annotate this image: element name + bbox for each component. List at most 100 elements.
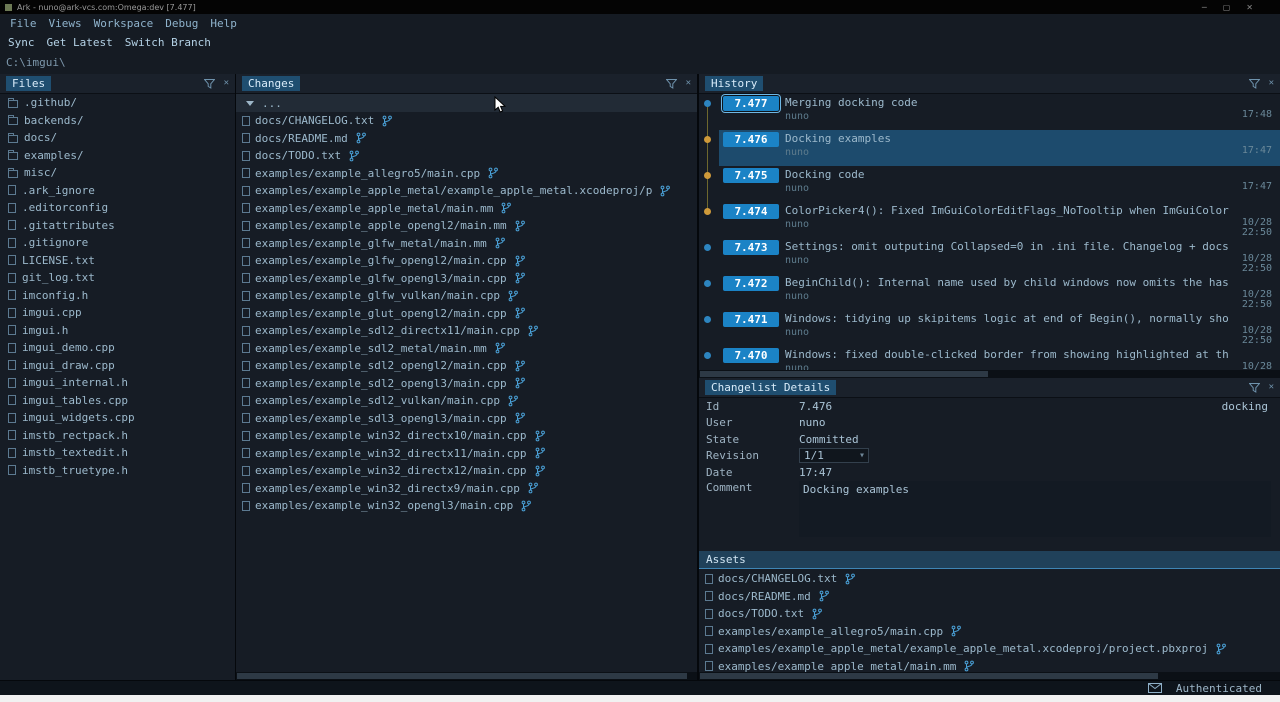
file-tree-item[interactable]: LICENSE.txt — [0, 252, 235, 270]
menu-item[interactable]: Help — [210, 17, 237, 30]
changed-file-row[interactable]: docs/TODO.txt — [236, 147, 697, 165]
file-tree-item[interactable]: git_log.txt — [0, 269, 235, 287]
close-panel-icon[interactable]: ✕ — [1269, 79, 1274, 88]
changed-file-row[interactable]: examples/example_glfw_vulkan/main.cpp — [236, 287, 697, 305]
changed-file-row[interactable]: examples/example_win32_directx9/main.cpp — [236, 480, 697, 498]
commit-message: Settings: omit outputing Collapsed=0 in … — [785, 240, 1278, 254]
changed-file-row[interactable]: examples/example_sdl2_opengl3/main.cpp — [236, 375, 697, 393]
file-tree-item[interactable]: imconfig.h — [0, 287, 235, 305]
file-path: examples/example_win32_directx12/main.cp… — [255, 464, 527, 477]
changes-panel-title[interactable]: Changes — [242, 76, 300, 91]
toolbar-button[interactable]: Sync — [8, 36, 35, 49]
close-panel-icon[interactable]: ✕ — [686, 79, 691, 88]
files-panel-title[interactable]: Files — [6, 76, 51, 91]
file-path: examples/example_apple_metal/main.mm — [718, 660, 956, 672]
file-tree-item[interactable]: backends/ — [0, 112, 235, 130]
horizontal-scrollbar-thumb[interactable] — [237, 673, 687, 679]
history-panel-title[interactable]: History — [705, 76, 763, 91]
file-tree-item[interactable]: .gitattributes — [0, 217, 235, 235]
file-tree-item[interactable]: misc/ — [0, 164, 235, 182]
commit-time: 17:47 — [1242, 146, 1272, 156]
filter-icon[interactable] — [666, 79, 677, 89]
changed-file-row[interactable]: docs/CHANGELOG.txt — [236, 112, 697, 130]
close-panel-icon[interactable]: ✕ — [224, 79, 229, 88]
changed-file-row[interactable]: examples/example_glut_opengl2/main.cpp — [236, 305, 697, 323]
changed-file-row[interactable]: examples/example_sdl2_vulkan/main.cpp — [236, 392, 697, 410]
changed-file-row[interactable]: examples/example_allegro5/main.cpp — [236, 165, 697, 183]
file-tree-item[interactable]: imstb_textedit.h — [0, 444, 235, 462]
changed-file-row[interactable]: examples/example_win32_directx10/main.cp… — [236, 427, 697, 445]
file-tree-item[interactable]: imstb_truetype.h — [0, 462, 235, 480]
collapse-arrow-icon[interactable] — [246, 101, 254, 106]
commit-row[interactable]: 7.472 BeginChild(): Internal name used b… — [699, 274, 1280, 310]
changed-file-row[interactable]: examples/example_win32_opengl3/main.cpp — [236, 497, 697, 515]
changed-file-row[interactable]: examples/example_glfw_metal/main.mm — [236, 235, 697, 253]
file-tree-item[interactable]: imgui_widgets.cpp — [0, 409, 235, 427]
file-tree-item[interactable]: imgui_demo.cpp — [0, 339, 235, 357]
commit-timestamp: 10/28 22:50 — [1242, 326, 1272, 346]
file-name: backends/ — [24, 114, 84, 127]
close-button[interactable]: ✕ — [1246, 3, 1253, 12]
assets-header[interactable]: Assets — [699, 551, 1280, 569]
file-tree-item[interactable]: .ark_ignore — [0, 182, 235, 200]
changed-file-row[interactable]: examples/example_apple_opengl2/main.mm — [236, 217, 697, 235]
file-tree-item[interactable]: .gitignore — [0, 234, 235, 252]
field-label: Revision — [706, 449, 799, 462]
details-panel-header: Changelist Details ✕ — [699, 378, 1280, 398]
filter-icon[interactable] — [204, 79, 215, 89]
filter-icon[interactable] — [1249, 383, 1260, 393]
asset-file-row[interactable]: docs/CHANGELOG.txt — [699, 570, 1280, 588]
changed-file-row[interactable]: examples/example_sdl3_opengl3/main.cpp — [236, 410, 697, 428]
toolbar-button[interactable]: Get Latest — [47, 36, 113, 49]
changes-root-row[interactable]: ... — [236, 94, 697, 112]
changed-file-row[interactable]: examples/example_apple_metal/main.mm — [236, 200, 697, 218]
asset-file-row[interactable]: examples/example_allegro5/main.cpp — [699, 623, 1280, 641]
revision-dropdown[interactable]: 1/1 — [799, 448, 869, 463]
close-panel-icon[interactable]: ✕ — [1269, 383, 1274, 392]
file-tree-item[interactable]: imgui.h — [0, 322, 235, 340]
details-panel-title[interactable]: Changelist Details — [705, 380, 836, 395]
menu-item[interactable]: File — [10, 17, 37, 30]
toolbar-button[interactable]: Switch Branch — [125, 36, 211, 49]
minimize-button[interactable]: ─ — [1202, 3, 1207, 12]
changed-file-row[interactable]: docs/README.md — [236, 130, 697, 148]
commit-row[interactable]: 7.471 Windows: tidying up skipitems logi… — [699, 310, 1280, 346]
commit-row[interactable]: 7.474 ColorPicker4(): Fixed ImGuiColorEd… — [699, 202, 1280, 238]
file-tree-item[interactable]: imgui_draw.cpp — [0, 357, 235, 375]
comment-box[interactable]: Docking examples — [799, 481, 1271, 537]
commit-row[interactable]: 7.476 Docking examples nuno 17:47 — [699, 130, 1280, 166]
commit-row[interactable]: 7.473 Settings: omit outputing Collapsed… — [699, 238, 1280, 274]
commit-row[interactable]: 7.477 Merging docking code nuno 17:48 — [699, 94, 1280, 130]
asset-file-row[interactable]: docs/README.md — [699, 588, 1280, 606]
filter-icon[interactable] — [1249, 79, 1260, 89]
changed-file-row[interactable]: examples/example_win32_directx11/main.cp… — [236, 445, 697, 463]
maximize-button[interactable]: ▢ — [1223, 3, 1231, 12]
menu-item[interactable]: Views — [49, 17, 82, 30]
file-tree-item[interactable]: examples/ — [0, 147, 235, 165]
commit-row[interactable]: 7.470 Windows: fixed double-clicked bord… — [699, 346, 1280, 370]
changed-file-row[interactable]: examples/example_sdl2_metal/main.mm — [236, 340, 697, 358]
changed-file-row[interactable]: examples/example_glfw_opengl3/main.cpp — [236, 270, 697, 288]
commit-author: nuno — [785, 326, 1278, 339]
changed-file-row[interactable]: examples/example_sdl2_opengl2/main.cpp — [236, 357, 697, 375]
file-tree-item[interactable]: imgui.cpp — [0, 304, 235, 322]
asset-file-row[interactable]: examples/example_apple_metal/example_app… — [699, 640, 1280, 658]
changed-file-row[interactable]: examples/example_win32_directx12/main.cp… — [236, 462, 697, 480]
changed-file-row[interactable]: examples/example_sdl2_directx11/main.cpp — [236, 322, 697, 340]
horizontal-scrollbar-thumb[interactable] — [700, 673, 1158, 679]
file-tree-item[interactable]: .editorconfig — [0, 199, 235, 217]
menu-item[interactable]: Debug — [165, 17, 198, 30]
file-tree-item[interactable]: docs/ — [0, 129, 235, 147]
file-tree-item[interactable]: .github/ — [0, 94, 235, 112]
asset-file-row[interactable]: examples/example_apple_metal/main.mm — [699, 658, 1280, 673]
file-tree-item[interactable]: imstb_rectpack.h — [0, 427, 235, 445]
file-tree-item[interactable]: imgui_internal.h — [0, 374, 235, 392]
changed-file-row[interactable]: examples/example_apple_metal/example_app… — [236, 182, 697, 200]
horizontal-scrollbar-thumb[interactable] — [700, 371, 988, 377]
file-path: docs/README.md — [718, 590, 811, 603]
asset-file-row[interactable]: docs/TODO.txt — [699, 605, 1280, 623]
file-tree-item[interactable]: imgui_tables.cpp — [0, 392, 235, 410]
commit-row[interactable]: 7.475 Docking code nuno 17:47 — [699, 166, 1280, 202]
changed-file-row[interactable]: examples/example_glfw_opengl2/main.cpp — [236, 252, 697, 270]
menu-item[interactable]: Workspace — [94, 17, 154, 30]
